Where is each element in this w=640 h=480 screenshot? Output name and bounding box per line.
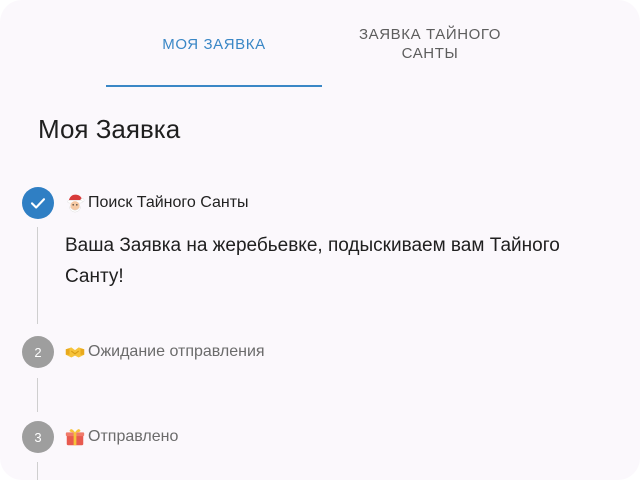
step-3-label: Отправлено	[88, 428, 179, 445]
step-1-label: Поиск Тайного Санты	[88, 194, 249, 211]
tab-secret-santa-request[interactable]: Заявка Тайного Санты	[322, 0, 538, 88]
step-2-number-badge: 2	[22, 336, 54, 368]
step-1-connector	[37, 227, 38, 324]
step-2-label: Ожидание отправления	[88, 343, 265, 360]
tab-bar: Моя заявка Заявка Тайного Санты	[0, 0, 640, 88]
santa-emoji-icon	[67, 194, 85, 213]
step-2-connector	[37, 378, 38, 412]
tab-my-request-label: Моя заявка	[162, 35, 266, 53]
step-3-number: 3	[34, 429, 42, 445]
app-card: Моя заявка Заявка Тайного Санты Моя Заяв…	[0, 0, 640, 480]
check-icon	[30, 198, 46, 209]
step-3-header: Отправлено	[64, 426, 178, 448]
active-tab-indicator	[106, 85, 322, 87]
step-3-connector	[37, 462, 38, 480]
step-1-description: Ваша Заявка на жеребьевке, подыскиваем в…	[65, 235, 560, 287]
step-1-complete-icon	[22, 187, 54, 219]
tab-secret-santa-request-label: Заявка Тайного Санты	[358, 26, 502, 62]
step-2-header: Ожидание отправления	[64, 341, 265, 363]
page-title: Моя Заявка	[38, 114, 181, 144]
handshake-emoji-icon	[65, 347, 85, 358]
step-1-header: Поиск Тайного Санты	[64, 192, 249, 214]
step-3-number-badge: 3	[22, 421, 54, 453]
tab-my-request[interactable]: Моя заявка	[106, 0, 322, 88]
step-2-number: 2	[34, 344, 42, 360]
gift-emoji-icon	[65, 429, 85, 446]
